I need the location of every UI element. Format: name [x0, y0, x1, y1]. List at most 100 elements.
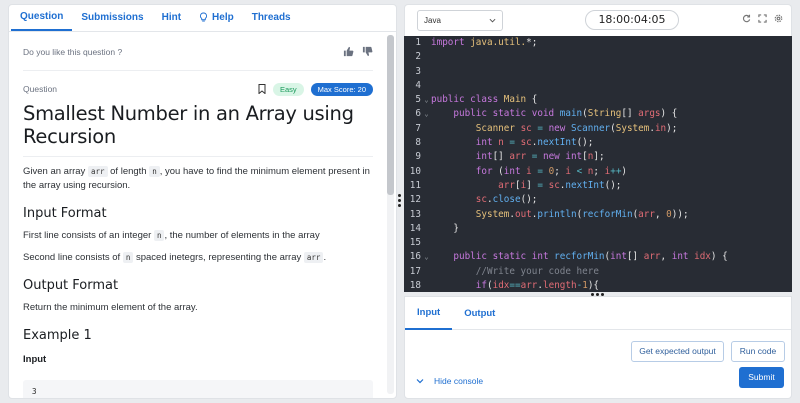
line-number: 9 [415, 151, 421, 163]
code-line[interactable]: 8 int n = sc.nextInt(); [404, 136, 792, 150]
code-token: recforMin [554, 251, 605, 263]
vertical-splitter-handle[interactable] [398, 194, 402, 209]
code-token: (); [520, 194, 538, 206]
output-format-text: Return the minimum element of the array. [23, 302, 198, 313]
code-token: nextInt [537, 137, 577, 149]
thumbs-up-icon[interactable] [343, 46, 354, 57]
fold-chevron-icon[interactable]: ⌄ [422, 107, 431, 121]
horizontal-splitter-handle[interactable] [591, 293, 604, 298]
fold-gutter [422, 179, 431, 193]
code-line[interactable]: 4 [404, 79, 792, 93]
code-token: java.util. [470, 37, 527, 48]
line-number: 7 [415, 122, 421, 134]
fullscreen-icon[interactable] [758, 14, 767, 23]
line-number: 18 [409, 280, 421, 292]
code-token: if [475, 280, 487, 292]
tab-help[interactable]: Help [190, 9, 243, 31]
code-token: System [475, 208, 510, 220]
code-line[interactable]: 9 int[] arr = new int[n]; [404, 150, 792, 164]
code-token: sc [548, 179, 560, 191]
code-token: = [531, 151, 543, 163]
tab-console-output-label: Output [464, 307, 496, 319]
scrollbar-thumb[interactable] [387, 35, 394, 195]
language-select[interactable]: Java [417, 10, 503, 31]
fold-gutter [422, 136, 431, 150]
code-token: [] [626, 251, 644, 263]
fold-gutter [422, 165, 431, 179]
fold-gutter [422, 279, 431, 292]
code-editor[interactable]: 1 import java.util.*; 2 3 4 5 ⌄ public class Ma… [404, 36, 792, 292]
code-line[interactable]: 11 arr[i] = sc.nextInt(); [404, 179, 792, 193]
tab-console-output[interactable]: Output [452, 297, 507, 330]
code-text: public static void main(String[] args) { [431, 107, 677, 121]
run-code-button[interactable]: Run code [731, 341, 785, 362]
feedback-prompt: Do you like this question ? [23, 46, 123, 57]
feedback-row: Do you like this question ? [23, 33, 373, 71]
line-number: 5 [415, 94, 421, 106]
code-token: out [514, 208, 532, 220]
fold-chevron-icon[interactable]: ⌄ [422, 93, 431, 107]
fold-gutter [422, 79, 431, 93]
hide-console-toggle[interactable]: Hide console [416, 376, 483, 386]
code-token: int [475, 137, 499, 149]
line-number: 8 [415, 137, 421, 149]
chevron-down-icon [489, 18, 496, 23]
code-token: idx [492, 280, 510, 292]
code-line[interactable]: 17 //Write your code here [404, 265, 792, 279]
code-line[interactable]: 18 if(idx==arr.length-1){ [404, 279, 792, 292]
fold-gutter [422, 122, 431, 136]
code-token: , [660, 251, 672, 263]
input-format-line-2: Second line consists of n spaced inetegr… [23, 251, 373, 265]
code-token: int [671, 251, 695, 263]
code-token: args [638, 108, 661, 120]
code-line[interactable]: 1 import java.util.*; [404, 36, 792, 50]
code-token: public class [431, 94, 504, 106]
tab-submissions[interactable]: Submissions [72, 9, 152, 31]
code-token: arr [643, 251, 661, 263]
code-line[interactable]: 15 [404, 236, 792, 250]
thumbs-down-icon[interactable] [362, 46, 373, 57]
code-token: i [526, 165, 538, 177]
console-panel: Input Output Get expected output Run cod… [404, 296, 792, 399]
code-line[interactable]: 2 [404, 50, 792, 64]
tab-threads[interactable]: Threads [243, 9, 300, 31]
code-text: arr[i] = sc.nextInt(); [431, 179, 621, 193]
settings-gear-icon[interactable] [774, 14, 783, 23]
output-format-heading: Output Format [23, 278, 119, 293]
code-token: ; [593, 165, 605, 177]
code-line[interactable]: 16 ⌄ public static int recforMin(int[] ar… [404, 250, 792, 264]
code-line[interactable]: 6 ⌄ public static void main(String[] args… [404, 107, 792, 121]
input-format-line-1: First line consists of an integer n, the… [23, 229, 373, 243]
code-line[interactable]: 3 [404, 65, 792, 79]
submit-button[interactable]: Submit [739, 367, 784, 388]
line-number: 2 [415, 51, 421, 63]
tab-console-input[interactable]: Input [405, 297, 453, 330]
console-tabs: Input Output [405, 297, 791, 330]
line-number: 13 [409, 208, 421, 220]
code-token: Scanner [475, 122, 521, 134]
code-token: println [537, 208, 577, 220]
get-expected-output-button[interactable]: Get expected output [631, 341, 724, 362]
tab-question[interactable]: Question [11, 9, 73, 31]
code-line[interactable]: 14 } [404, 222, 792, 236]
fold-chevron-icon[interactable]: ⌄ [422, 250, 431, 264]
code-line[interactable]: 7 Scanner sc = new Scanner(System.in); [404, 122, 792, 136]
code-line[interactable]: 10 for (int i = 0; i < n; i++) [404, 165, 792, 179]
bookmark-icon[interactable] [258, 84, 266, 94]
code-line[interactable]: 12 sc.close(); [404, 193, 792, 207]
editor-panel: Java 18:00:04:05 1 import java.util.*; 2 3 4… [404, 4, 792, 399]
code-line[interactable]: 5 ⌄ public class Main { [404, 93, 792, 107]
tab-hint[interactable]: Hint [153, 9, 190, 31]
code-token: import [431, 37, 471, 48]
reset-icon[interactable] [742, 14, 751, 23]
code-token: ; [554, 165, 566, 177]
code-line[interactable]: 13 System.out.println(recforMin(arr, 0))… [404, 208, 792, 222]
question-scrollbar[interactable] [387, 35, 394, 394]
input-format-text: Second line consists of [23, 252, 121, 263]
code-token: ] [526, 179, 538, 191]
input-format-heading: Input Format [23, 206, 107, 221]
code-token: (); [576, 137, 594, 149]
inline-code: arr [87, 166, 108, 177]
